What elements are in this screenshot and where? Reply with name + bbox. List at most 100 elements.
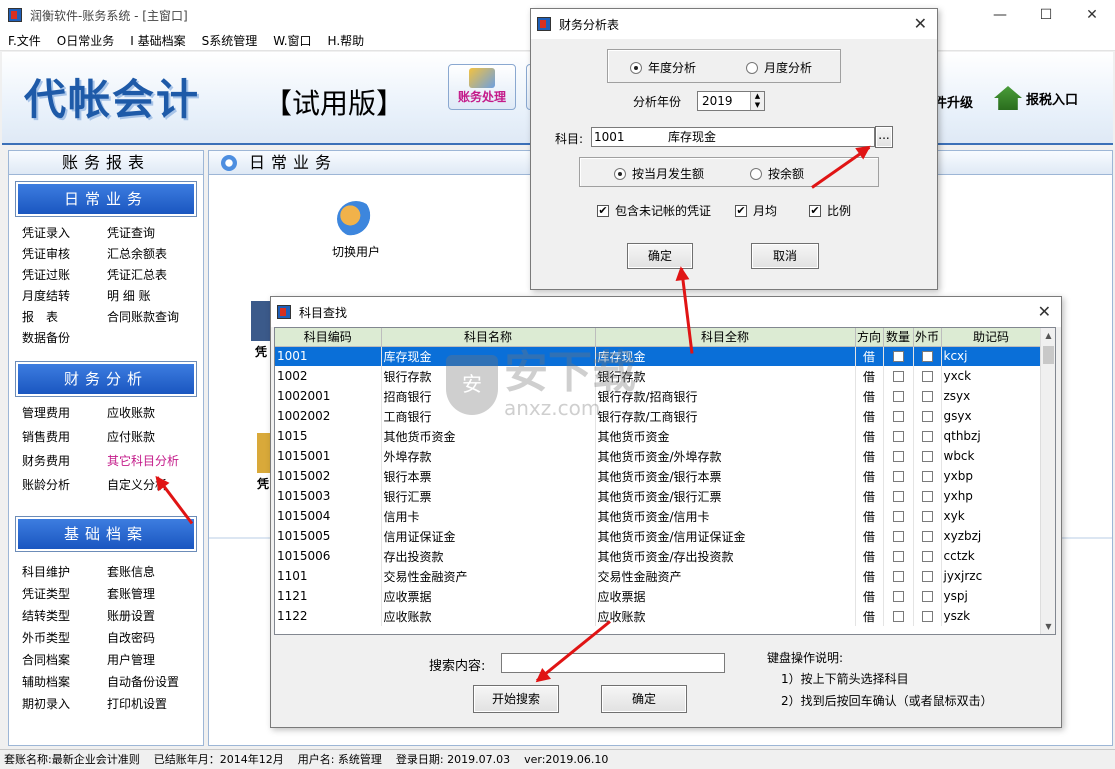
nav-item[interactable]: 财务费用 bbox=[22, 451, 107, 472]
nav-item[interactable]: 管理费用 bbox=[22, 403, 107, 424]
col-header-fullname[interactable]: 科目全称 bbox=[595, 328, 856, 347]
table-row[interactable]: 1002 银行存款 银行存款借 yxck bbox=[275, 366, 1042, 386]
analysis-cancel-button[interactable]: 取消 bbox=[751, 243, 819, 269]
nav-item[interactable]: 打印机设置 bbox=[107, 694, 202, 715]
nav-item[interactable]: 凭证类型 bbox=[22, 584, 107, 605]
nav-item[interactable]: 辅助档案 bbox=[22, 672, 107, 693]
row-checkbox[interactable] bbox=[892, 411, 904, 422]
nav-item[interactable]: 应付账款 bbox=[107, 427, 202, 448]
row-checkbox[interactable] bbox=[921, 351, 933, 363]
cell-currency[interactable] bbox=[913, 366, 942, 386]
row-checkbox[interactable] bbox=[921, 471, 933, 482]
row-checkbox[interactable] bbox=[921, 511, 933, 522]
nav-item[interactable]: 凭证审核 bbox=[22, 244, 107, 265]
menu-basic[interactable]: I 基础档案 bbox=[122, 32, 193, 49]
nav-item[interactable]: 合同账款查询 bbox=[107, 307, 202, 328]
nav-item[interactable]: 自改密码 bbox=[107, 628, 202, 649]
cell-quantity[interactable] bbox=[883, 486, 914, 506]
year-spinner[interactable]: 2019 ▲ ▼ bbox=[697, 91, 765, 111]
row-checkbox[interactable] bbox=[892, 471, 904, 482]
cell-currency[interactable] bbox=[913, 446, 942, 466]
row-checkbox[interactable] bbox=[892, 551, 904, 562]
scroll-thumb[interactable] bbox=[1043, 346, 1054, 364]
close-icon[interactable]: ✕ bbox=[914, 14, 927, 33]
module-icon-partial[interactable] bbox=[251, 301, 271, 341]
nav-item[interactable]: 凭证查询 bbox=[107, 223, 202, 244]
cell-currency[interactable] bbox=[913, 466, 942, 486]
col-header-mnemonic[interactable]: 助记码 bbox=[941, 328, 1042, 347]
cell-quantity[interactable] bbox=[883, 546, 914, 566]
table-row[interactable]: 1002001 招商银行 银行存款/招商银行借 zsyx bbox=[275, 386, 1042, 406]
maximize-button[interactable]: ☐ bbox=[1023, 0, 1069, 30]
row-checkbox[interactable] bbox=[921, 371, 933, 382]
cell-currency[interactable] bbox=[913, 426, 942, 446]
cell-currency[interactable] bbox=[913, 346, 942, 366]
scroll-down-icon[interactable]: ▼ bbox=[1041, 619, 1055, 634]
nav-item[interactable]: 套账信息 bbox=[107, 562, 202, 583]
cell-quantity[interactable] bbox=[883, 346, 914, 366]
row-checkbox[interactable] bbox=[921, 591, 933, 602]
section-analysis[interactable]: 财务分析 bbox=[15, 361, 197, 397]
cell-currency[interactable] bbox=[913, 386, 942, 406]
nav-item[interactable]: 合同档案 bbox=[22, 650, 107, 671]
row-checkbox[interactable] bbox=[921, 611, 933, 622]
table-row[interactable]: 1015001 外埠存款 其他货币资金/外埠存款借 wbck bbox=[275, 446, 1042, 466]
radio-year-analysis[interactable]: 年度分析 bbox=[630, 59, 696, 76]
nav-item[interactable]: 外币类型 bbox=[22, 628, 107, 649]
row-checkbox[interactable] bbox=[921, 491, 933, 502]
radio-current-month[interactable]: 按当月发生额 bbox=[614, 165, 704, 182]
row-checkbox[interactable] bbox=[892, 391, 904, 402]
row-checkbox[interactable] bbox=[921, 571, 933, 582]
nav-item[interactable]: 自动备份设置 bbox=[107, 672, 202, 693]
cell-quantity[interactable] bbox=[883, 446, 914, 466]
cell-quantity[interactable] bbox=[883, 466, 914, 486]
cell-quantity[interactable] bbox=[883, 606, 914, 626]
menu-system[interactable]: S系统管理 bbox=[194, 32, 266, 49]
table-row[interactable]: 1001 库存现金 库存现金借 kcxj bbox=[275, 346, 1042, 366]
row-checkbox[interactable] bbox=[921, 431, 933, 442]
cell-quantity[interactable] bbox=[883, 506, 914, 526]
row-checkbox[interactable] bbox=[892, 611, 904, 622]
row-checkbox[interactable] bbox=[921, 531, 933, 542]
cell-quantity[interactable] bbox=[883, 366, 914, 386]
section-basic[interactable]: 基础档案 bbox=[15, 516, 197, 552]
table-row[interactable]: 1015003 银行汇票 其他货币资金/银行汇票借 yxhp bbox=[275, 486, 1042, 506]
row-checkbox[interactable] bbox=[892, 491, 904, 502]
cell-currency[interactable] bbox=[913, 486, 942, 506]
row-checkbox[interactable] bbox=[921, 451, 933, 462]
menu-window[interactable]: W.窗口 bbox=[265, 32, 319, 49]
cell-currency[interactable] bbox=[913, 606, 942, 626]
col-header-code[interactable]: 科目编码 bbox=[275, 328, 382, 347]
scroll-up-icon[interactable]: ▲ bbox=[1041, 328, 1055, 343]
row-checkbox[interactable] bbox=[892, 451, 904, 462]
spinner-arrows-icon[interactable]: ▲ ▼ bbox=[750, 92, 764, 110]
nav-item[interactable]: 科目维护 bbox=[22, 562, 107, 583]
table-row[interactable]: 1101 交易性金融资产 交易性金融资产借 jyxjrzc bbox=[275, 566, 1042, 586]
cell-currency[interactable] bbox=[913, 586, 942, 606]
row-checkbox[interactable] bbox=[921, 391, 933, 402]
nav-item[interactable]: 应收账款 bbox=[107, 403, 202, 424]
row-checkbox[interactable] bbox=[892, 371, 904, 382]
switch-user-button[interactable]: 切换用户 bbox=[321, 201, 391, 260]
tax-entry-button[interactable]: 报税入口 bbox=[994, 86, 1078, 110]
table-row[interactable]: 1122 应收账款 应收账款借 yszk bbox=[275, 606, 1042, 626]
table-row[interactable]: 1002002 工商银行 银行存款/工商银行借 gsyx bbox=[275, 406, 1042, 426]
table-scrollbar[interactable]: ▲ ▼ bbox=[1040, 328, 1055, 634]
table-row[interactable]: 1015 其他货币资金 其他货币资金借 qthbzj bbox=[275, 426, 1042, 446]
nav-item[interactable]: 结转类型 bbox=[22, 606, 107, 627]
checkbox-monthly-avg[interactable]: ✔ 月均 bbox=[735, 202, 777, 219]
menu-daily[interactable]: O日常业务 bbox=[49, 32, 122, 49]
search-input[interactable] bbox=[501, 653, 725, 673]
cell-currency[interactable] bbox=[913, 526, 942, 546]
cell-quantity[interactable] bbox=[883, 526, 914, 546]
table-row[interactable]: 1121 应收票据 应收票据借 yspj bbox=[275, 586, 1042, 606]
cell-currency[interactable] bbox=[913, 506, 942, 526]
table-row[interactable]: 1015005 信用证保证金 其他货币资金/信用证保证金借 xyzbzj bbox=[275, 526, 1042, 546]
upgrade-button[interactable]: 件升级 bbox=[934, 92, 973, 111]
nav-item[interactable]: 报 表 bbox=[22, 307, 107, 328]
menu-file[interactable]: F.文件 bbox=[0, 32, 49, 49]
cell-quantity[interactable] bbox=[883, 586, 914, 606]
menu-help[interactable]: H.帮助 bbox=[320, 32, 373, 49]
col-header-name[interactable]: 科目名称 bbox=[381, 328, 596, 347]
subject-field[interactable]: 1001 库存现金 bbox=[591, 127, 875, 147]
